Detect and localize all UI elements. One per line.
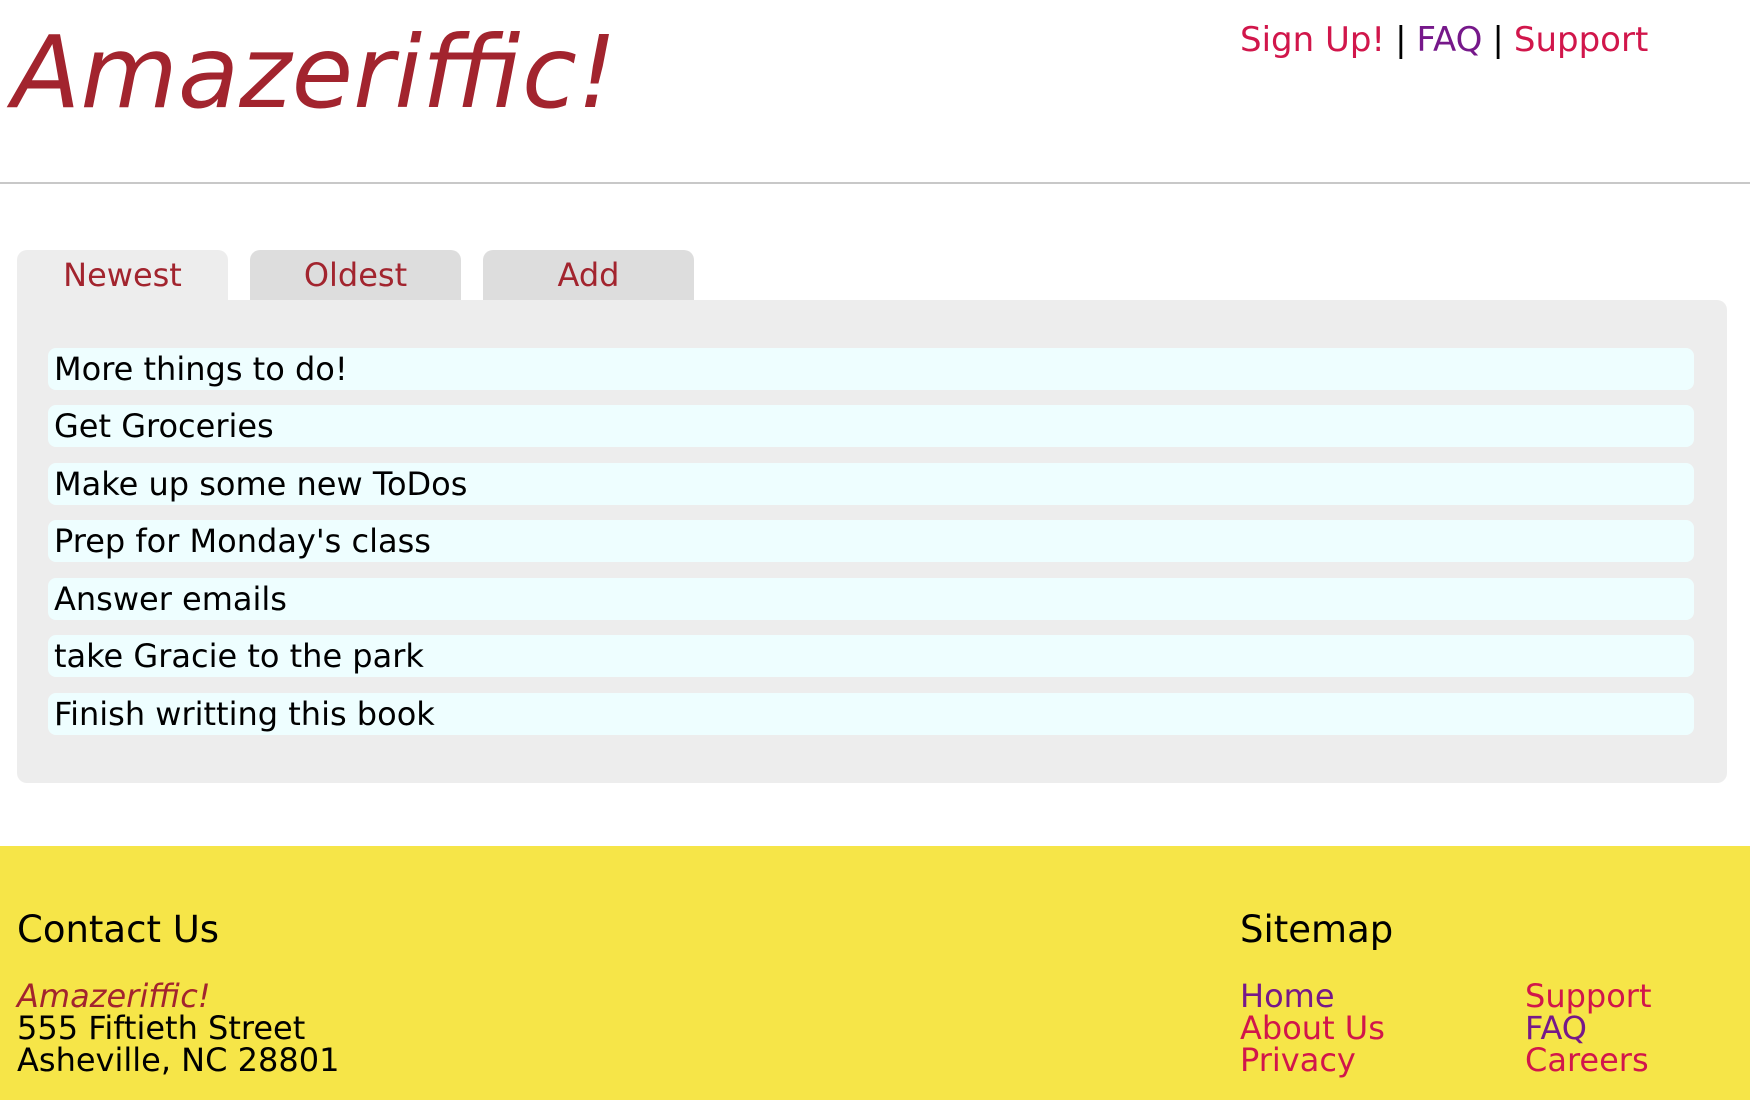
todo-item: take Gracie to the park: [48, 635, 1694, 677]
nav-separator: |: [1395, 20, 1407, 60]
tab-newest[interactable]: Newest: [17, 250, 228, 302]
sitemap-faq-link[interactable]: FAQ: [1525, 1012, 1587, 1044]
signup-link[interactable]: Sign Up!: [1240, 20, 1385, 60]
todo-item: Make up some new ToDos: [48, 463, 1694, 505]
sitemap-home-link[interactable]: Home: [1240, 980, 1335, 1012]
sitemap-careers-link[interactable]: Careers: [1525, 1044, 1649, 1076]
sitemap-about-link[interactable]: About Us: [1240, 1012, 1385, 1044]
todo-item: Get Groceries: [48, 405, 1694, 447]
contact-city: Asheville, NC 28801: [17, 1041, 340, 1079]
contact-street: 555 Fiftieth Street: [17, 1009, 306, 1047]
sitemap-support-link[interactable]: Support: [1525, 980, 1652, 1012]
todo-panel: More things to do! Get Groceries Make up…: [17, 300, 1727, 783]
support-link[interactable]: Support: [1514, 20, 1648, 60]
sitemap-title: Sitemap: [1240, 908, 1394, 951]
todo-item: Answer emails: [48, 578, 1694, 620]
sitemap-privacy-link[interactable]: Privacy: [1240, 1044, 1356, 1076]
tab-oldest[interactable]: Oldest: [250, 250, 461, 301]
contact-title: Contact Us: [17, 908, 220, 951]
header: Amazeriffic! Sign Up! | FAQ | Support: [0, 0, 1750, 184]
tab-add[interactable]: Add: [483, 250, 694, 301]
faq-link[interactable]: FAQ: [1417, 20, 1483, 60]
todo-item: Prep for Monday's class: [48, 520, 1694, 562]
footer: Contact Us Amazeriffic! 555 Fiftieth Str…: [0, 846, 1750, 1100]
nav-separator: |: [1492, 20, 1504, 60]
contact-company-name: Amazeriffic!: [17, 977, 211, 1015]
todo-item: More things to do!: [48, 348, 1694, 390]
site-logo: Amazeriffic!: [12, 14, 618, 131]
top-nav: Sign Up! | FAQ | Support: [1240, 20, 1648, 60]
todo-item: Finish writting this book: [48, 693, 1694, 735]
